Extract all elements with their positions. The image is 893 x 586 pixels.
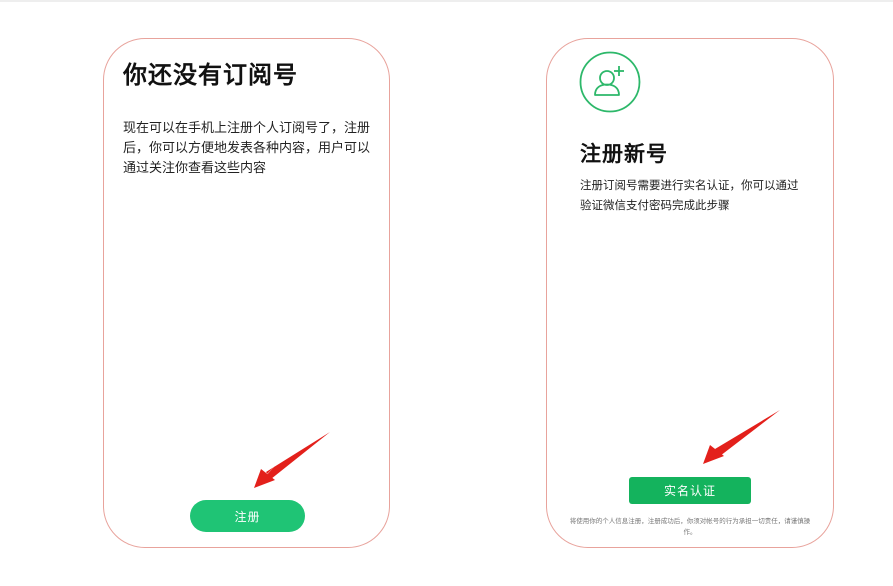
register-title: 注册新号 [580,142,668,166]
verification-description: 注册订阅号需要进行实名认证，你可以通过验证微信支付密码完成此步骤 [580,178,799,212]
pointer-arrow-icon [254,432,330,488]
top-divider [0,0,893,2]
register-new-account-card: 注册新号 注册订阅号需要进行实名认证，你可以通过验证微信支付密码完成此步骤 实名… [546,38,834,548]
real-name-verify-button[interactable]: 实名认证 [629,477,751,504]
page-title: 你还没有订阅号 [123,61,298,89]
disclaimer-text: 将使用你的个人信息注册，注册成功后，你须对帐号的行为承担一切责任，请谨慎操作。 [569,517,811,536]
add-user-icon [579,51,641,113]
no-subscription-card: 你还没有订阅号 现在可以在手机上注册个人订阅号了，注册后，你可以方便地发表各种内… [103,38,390,548]
register-button[interactable]: 注册 [190,500,305,532]
description-text: 现在可以在手机上注册个人订阅号了，注册后，你可以方便地发表各种内容，用户可以通过… [123,121,371,176]
pointer-arrow-icon [703,410,780,464]
